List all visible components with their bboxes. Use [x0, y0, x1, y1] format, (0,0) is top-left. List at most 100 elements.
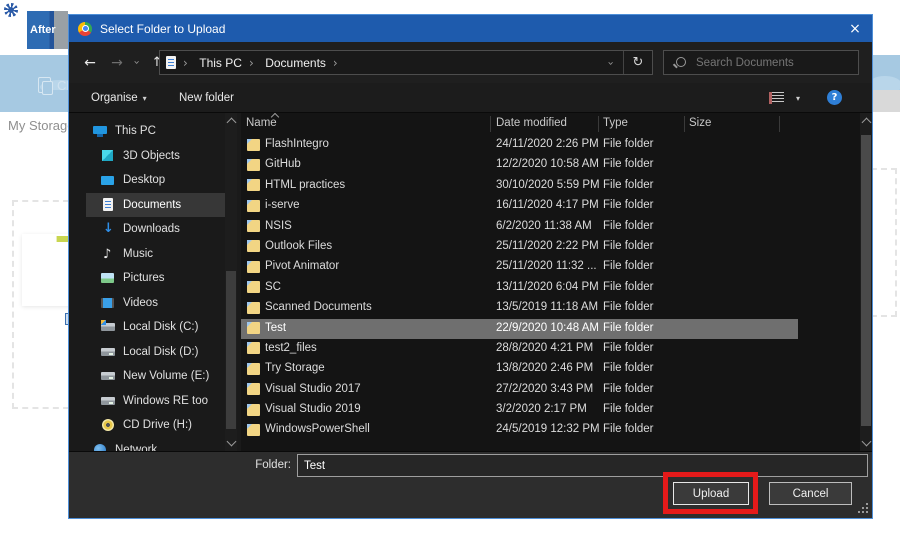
sidebar-item[interactable]: Windows RE too [86, 389, 225, 414]
search-input[interactable] [694, 56, 838, 70]
file-row[interactable]: Test 22/9/2020 10:48 AM File folder [241, 319, 798, 339]
sidebar-scrollbar[interactable] [225, 113, 237, 451]
file-row[interactable]: Visual Studio 2019 3/2/2020 2:17 PM File… [241, 400, 798, 420]
sidebar-item-icon [101, 394, 115, 408]
file-name: WindowsPowerShell [265, 423, 370, 435]
organise-button[interactable]: Organise ▾ [91, 83, 147, 113]
column-header-row: Name Date modified Type Size [241, 113, 872, 135]
sidebar-item[interactable]: Local Disk (D:) [86, 340, 225, 365]
new-folder-button[interactable]: New folder [179, 83, 234, 113]
sidebar-item[interactable]: Local Disk (C:) [86, 315, 225, 340]
command-toolbar: Organise ▾ New folder ▾ ? [69, 83, 872, 113]
dialog-title: Select Folder to Upload [100, 22, 225, 36]
forward-button[interactable]: → [105, 42, 129, 83]
folder-icon [247, 322, 260, 334]
file-list: Name Date modified Type Size FlashIntegr… [241, 113, 872, 451]
column-divider [598, 116, 599, 132]
address-dropdown-chevron[interactable]: › [599, 54, 623, 72]
file-row[interactable]: i-serve 16/11/2020 4:17 PM File folder [241, 196, 798, 216]
scroll-down-icon[interactable] [227, 437, 237, 447]
sidebar-item-label: Windows RE too [123, 395, 208, 407]
settings-gear-icon [4, 3, 18, 17]
column-header-date-modified[interactable]: Date modified [496, 117, 567, 129]
cancel-button[interactable]: Cancel [769, 482, 852, 505]
scroll-up-icon[interactable] [862, 118, 872, 128]
sidebar-item[interactable]: Videos [86, 291, 225, 316]
search-box[interactable] [663, 50, 859, 75]
close-button[interactable]: × [838, 15, 872, 42]
file-row[interactable]: Outlook Files 25/11/2020 2:22 PM File fo… [241, 237, 798, 257]
refresh-button[interactable]: ↻ [624, 55, 652, 70]
sidebar-item[interactable]: 3D Objects [86, 144, 225, 169]
folder-icon [247, 342, 260, 354]
upload-button[interactable]: Upload [673, 482, 749, 505]
details-view-icon[interactable] [769, 92, 784, 104]
file-row[interactable]: WindowsPowerShell 24/5/2019 12:32 PM Fil… [241, 420, 798, 440]
file-date-modified: 24/11/2020 2:26 PM [496, 138, 599, 150]
file-type: File folder [603, 403, 654, 415]
folder-icon [247, 302, 260, 314]
file-date-modified: 12/2/2020 10:58 AM [496, 158, 599, 170]
file-name: test2_files [265, 342, 317, 354]
clipboard-icon [38, 77, 51, 93]
breadcrumb-item[interactable]: › Documents [242, 54, 326, 72]
file-type: File folder [603, 281, 654, 293]
breadcrumb-item[interactable]: › This PC [176, 54, 242, 72]
chevron-down-icon: › [132, 60, 143, 64]
column-header-type[interactable]: Type [603, 117, 628, 129]
scroll-up-icon[interactable] [227, 118, 237, 128]
help-button[interactable]: ? [827, 90, 842, 105]
file-row[interactable]: SC 13/11/2020 6:04 PM File folder [241, 278, 798, 298]
sidebar-item-icon [101, 418, 115, 432]
file-row[interactable]: Pivot Animator 25/11/2020 11:32 ... File… [241, 257, 798, 277]
file-type: File folder [603, 322, 654, 334]
file-row[interactable]: FlashIntegro 24/11/2020 2:26 PM File fol… [241, 135, 798, 155]
sidebar-item[interactable]: Desktop [86, 168, 225, 193]
file-row[interactable]: Visual Studio 2017 27/2/2020 3:43 PM Fil… [241, 380, 798, 400]
file-row[interactable]: Try Storage 13/8/2020 2:46 PM File folde… [241, 359, 798, 379]
file-type: File folder [603, 260, 654, 272]
file-row[interactable]: Scanned Documents 13/5/2019 11:18 AM Fil… [241, 298, 798, 318]
file-date-modified: 27/2/2020 3:43 PM [496, 383, 593, 395]
app-logo[interactable]: After [27, 11, 68, 49]
back-button[interactable]: ← [77, 42, 103, 83]
file-list-scrollbar[interactable] [860, 113, 872, 451]
file-date-modified: 16/11/2020 4:17 PM [496, 199, 599, 211]
resize-grip[interactable] [866, 511, 868, 513]
file-row[interactable]: GitHub 12/2/2020 10:58 AM File folder [241, 155, 798, 175]
scrollbar-thumb[interactable] [861, 135, 871, 426]
sidebar-item-icon [103, 198, 113, 211]
sidebar-item-icon [101, 345, 115, 359]
chevron-right-icon: › [242, 56, 261, 70]
sidebar-item[interactable]: New Volume (E:) [86, 364, 225, 389]
folder-icon [247, 159, 260, 171]
file-date-modified: 22/9/2020 10:48 AM [496, 322, 599, 334]
column-header-name[interactable]: Name [246, 117, 277, 129]
file-row[interactable]: NSIS 6/2/2020 11:38 AM File folder [241, 217, 798, 237]
sidebar-item[interactable]: Downloads [86, 217, 225, 242]
sidebar-item[interactable]: Music [86, 242, 225, 267]
file-row[interactable]: HTML practices 30/10/2020 5:59 PM File f… [241, 176, 798, 196]
recent-locations-chevron[interactable]: › [129, 42, 145, 83]
scroll-down-icon[interactable] [862, 437, 872, 447]
sidebar-item[interactable]: This PC [86, 119, 225, 144]
sidebar-item-icon [101, 247, 115, 261]
view-mode-chevron[interactable]: ▾ [791, 91, 805, 105]
sidebar-item[interactable]: CD Drive (H:) [86, 413, 225, 438]
sidebar-item-label: Downloads [123, 223, 180, 235]
file-type: File folder [603, 342, 654, 354]
file-name: GitHub [265, 158, 301, 170]
file-name: HTML practices [265, 179, 345, 191]
scrollbar-thumb[interactable] [226, 271, 236, 429]
folder-name-input[interactable] [297, 454, 868, 477]
sidebar-item[interactable]: Network [86, 438, 225, 452]
file-type: File folder [603, 138, 654, 150]
sidebar-item[interactable]: Documents [86, 193, 225, 218]
file-type: File folder [603, 301, 654, 313]
address-bar[interactable]: › This PC › Documents › › ↻ [159, 50, 653, 75]
sidebar-item[interactable]: Pictures [86, 266, 225, 291]
column-header-size[interactable]: Size [689, 117, 711, 129]
file-date-modified: 24/5/2019 12:32 PM [496, 423, 600, 435]
sidebar-item-label: Local Disk (C:) [123, 321, 198, 333]
file-row[interactable]: test2_files 28/8/2020 4:21 PM File folde… [241, 339, 798, 359]
